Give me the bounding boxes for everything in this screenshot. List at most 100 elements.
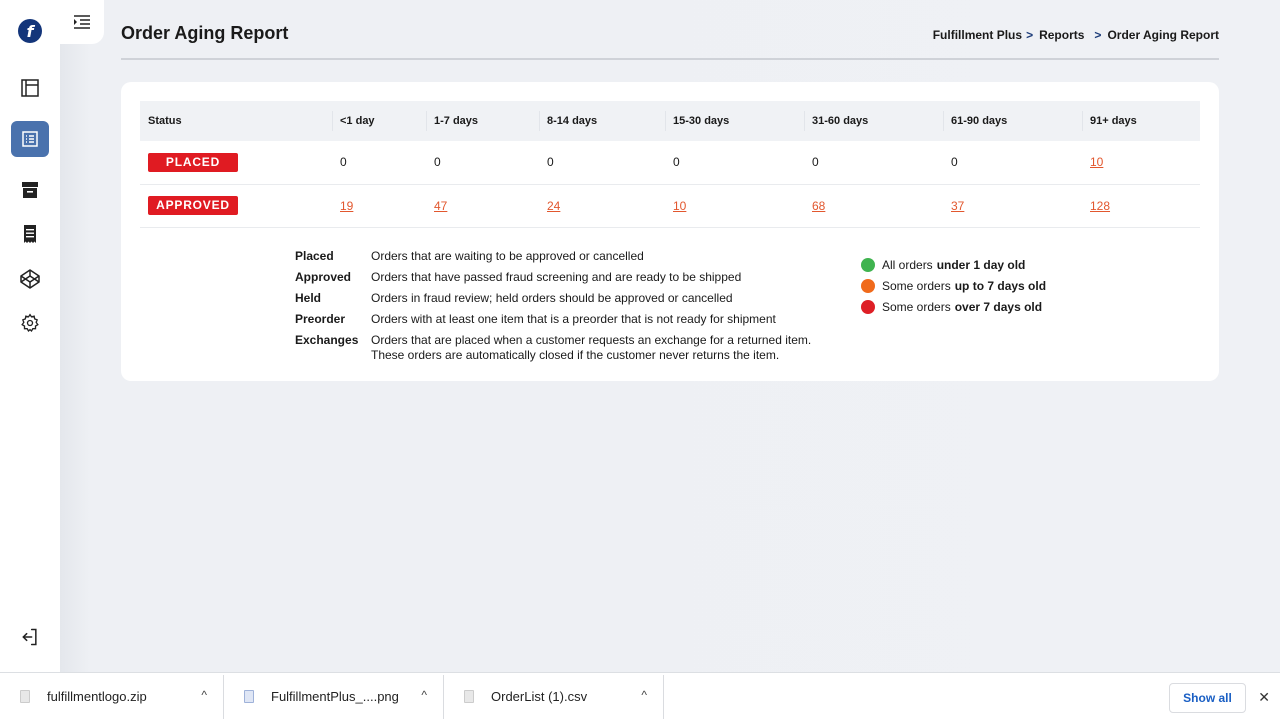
count-link[interactable]: 37 <box>951 199 964 213</box>
legend-bold: under 1 day old <box>936 257 1026 272</box>
codepen-cube-icon <box>20 269 40 289</box>
cell-value: 0 <box>539 141 665 185</box>
downloads-bar: fulfillmentlogo.zip ^ FulfillmentPlus_..… <box>0 672 1280 720</box>
download-filename: OrderList (1).csv <box>491 689 588 704</box>
cell-value: 0 <box>332 141 426 185</box>
definition-held: Held Orders in fraud review; held orders… <box>295 291 841 306</box>
count-link[interactable]: 19 <box>340 199 353 213</box>
legend-bold: over 7 days old <box>954 299 1043 314</box>
cell-value: 0 <box>943 141 1082 185</box>
table-row-placed: PLACED 0 0 0 0 0 0 10 <box>140 141 1200 185</box>
count-link[interactable]: 128 <box>1090 199 1110 213</box>
chevron-up-icon[interactable]: ^ <box>421 688 427 702</box>
title-divider <box>121 58 1219 60</box>
column-header-15-30: 15-30 days <box>665 101 804 141</box>
status-badge-placed: PLACED <box>148 152 238 172</box>
breadcrumb-separator: > <box>1094 28 1102 42</box>
archive-box-icon <box>22 182 38 198</box>
chevron-up-icon[interactable]: ^ <box>641 688 647 702</box>
status-badge-approved: APPROVED <box>148 196 238 215</box>
status-dot-icon <box>861 278 875 293</box>
close-icon[interactable]: ✕ <box>1258 689 1270 706</box>
count-link[interactable]: 10 <box>673 199 686 213</box>
cell-value: 0 <box>804 141 943 185</box>
chevron-up-icon[interactable]: ^ <box>201 688 207 702</box>
legend-prefix: Some orders <box>882 278 951 293</box>
breadcrumb-home[interactable]: Fulfillment Plus <box>933 28 1022 42</box>
definition-preorder: Preorder Orders with at least one item t… <box>295 312 841 327</box>
breadcrumb-separator: > <box>1026 28 1034 42</box>
page-title: Order Aging Report <box>121 23 289 43</box>
download-item[interactable]: FulfillmentPlus_....png ^ <box>224 674 444 719</box>
column-header-61-90: 61-90 days <box>943 101 1082 141</box>
logout-button[interactable] <box>11 619 49 655</box>
definition-desc: Orders that have passed fraud screening … <box>371 270 742 284</box>
collapse-sidebar-button[interactable] <box>60 0 104 44</box>
count-link[interactable]: 68 <box>812 199 825 213</box>
menu-collapse-icon <box>74 15 90 29</box>
report-card: Status <1 day 1-7 days 8-14 days 15-30 d… <box>121 82 1219 381</box>
sidebar-item-settings[interactable] <box>11 305 49 341</box>
cell-value: 0 <box>426 141 539 185</box>
definition-exchanges: Exchanges Orders that are placed when a … <box>295 333 841 363</box>
legend-prefix: All orders <box>882 257 933 272</box>
definition-desc: Orders in fraud review; held orders shou… <box>371 291 733 305</box>
column-header-31-60: 31-60 days <box>804 101 943 141</box>
receipt-icon <box>24 225 36 243</box>
column-header-8-14: 8-14 days <box>539 101 665 141</box>
legend-prefix: Some orders <box>882 299 951 314</box>
definition-desc: Orders that are waiting to be approved o… <box>371 249 644 263</box>
count-link[interactable]: 47 <box>434 199 447 213</box>
layout-panel-icon <box>21 79 39 97</box>
column-header-91plus: 91+ days <box>1082 101 1200 141</box>
download-filename: FulfillmentPlus_....png <box>271 689 399 704</box>
breadcrumb-current: Order Aging Report <box>1107 28 1219 42</box>
definition-term: Held <box>295 291 322 305</box>
table-header-row: Status <1 day 1-7 days 8-14 days 15-30 d… <box>140 101 1200 141</box>
download-item[interactable]: OrderList (1).csv ^ <box>444 674 664 719</box>
status-dot-icon <box>861 299 875 314</box>
main-content: Order Aging Report Fulfillment Plus > Re… <box>60 0 1280 672</box>
definition-term: Preorder <box>295 312 346 326</box>
age-legend: All orders under 1 day old Some orders u… <box>861 254 1046 317</box>
legend-item-red: Some orders over 7 days old <box>861 296 1046 317</box>
cell-value: 0 <box>665 141 804 185</box>
download-filename: fulfillmentlogo.zip <box>47 689 147 704</box>
legend-item-orange: Some orders up to 7 days old <box>861 275 1046 296</box>
download-item[interactable]: fulfillmentlogo.zip ^ <box>0 674 224 719</box>
column-header-lt1: <1 day <box>332 101 426 141</box>
column-header-status: Status <box>140 101 332 141</box>
legend-bold: up to 7 days old <box>954 278 1047 293</box>
definition-desc: Orders with at least one item that is a … <box>371 312 776 326</box>
list-document-icon <box>22 131 38 147</box>
definition-term: Exchanges <box>295 333 359 347</box>
sidebar-item-products[interactable] <box>11 261 49 297</box>
show-all-button[interactable]: Show all <box>1169 683 1246 713</box>
definition-term: Approved <box>295 270 352 284</box>
definition-approved: Approved Orders that have passed fraud s… <box>295 270 841 285</box>
sidebar-item-archive[interactable] <box>11 172 49 208</box>
definition-placed: Placed Orders that are waiting to be app… <box>295 249 841 264</box>
sidebar: f <box>0 0 60 672</box>
logout-icon <box>22 628 37 646</box>
breadcrumb-reports[interactable]: Reports <box>1039 28 1084 42</box>
order-aging-table: Status <1 day 1-7 days 8-14 days 15-30 d… <box>140 101 1200 228</box>
definition-term: Placed <box>295 249 334 263</box>
status-definitions: Placed Orders that are waiting to be app… <box>295 249 841 369</box>
sidebar-item-reports[interactable] <box>11 121 49 157</box>
brand-logo[interactable]: f <box>18 19 42 43</box>
count-link[interactable]: 24 <box>547 199 560 213</box>
image-file-icon <box>244 690 254 703</box>
legend-item-green: All orders under 1 day old <box>861 254 1046 275</box>
breadcrumb: Fulfillment Plus > Reports > Order Aging… <box>933 28 1219 42</box>
sidebar-item-dashboard[interactable] <box>11 70 49 106</box>
gear-icon <box>21 313 39 333</box>
csv-file-icon <box>464 690 474 703</box>
column-header-1-7: 1-7 days <box>426 101 539 141</box>
definition-desc: Orders that are placed when a customer r… <box>371 333 812 362</box>
status-dot-icon <box>861 257 875 272</box>
zip-file-icon <box>20 690 30 703</box>
count-link[interactable]: 10 <box>1090 155 1103 169</box>
sidebar-item-receipts[interactable] <box>11 216 49 252</box>
table-row-approved: APPROVED 19 47 24 10 68 37 128 <box>140 184 1200 228</box>
